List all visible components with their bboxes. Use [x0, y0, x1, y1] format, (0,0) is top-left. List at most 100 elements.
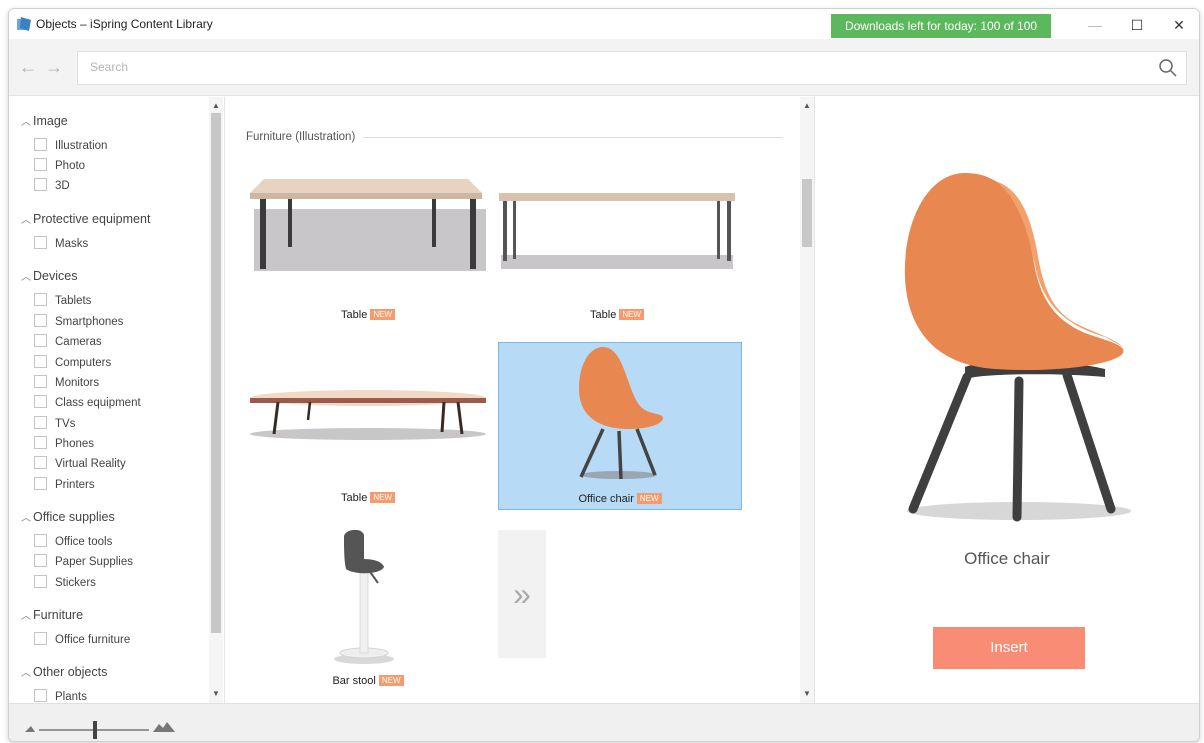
checkbox[interactable]	[34, 436, 47, 449]
show-more-button[interactable]: »	[498, 530, 546, 658]
object-tile-office-chair[interactable]: Office chair NEW	[498, 342, 742, 510]
checkbox[interactable]	[34, 534, 47, 547]
object-grid: Furniture (Illustration) Table NEW Table…	[225, 97, 799, 703]
category-protective-equipment[interactable]: ︿ Protective equipment	[21, 211, 150, 226]
checkbox[interactable]	[34, 375, 47, 388]
checkbox[interactable]	[34, 314, 47, 327]
object-tile-bar-stool[interactable]: Bar stool NEW	[246, 525, 490, 693]
checkbox[interactable]	[34, 632, 47, 645]
checkbox[interactable]	[34, 689, 47, 702]
category-sidebar: ︿ Image Illustration Photo 3D ︿ Protective…	[9, 97, 225, 703]
chevron-up-icon: ︿	[21, 272, 31, 283]
filter-printers[interactable]: Printers	[34, 477, 95, 493]
object-tile-table[interactable]: Table NEW	[246, 159, 490, 327]
object-tile-table[interactable]: Table NEW	[495, 159, 739, 327]
maximize-button[interactable]: ☐	[1117, 13, 1157, 37]
insert-button[interactable]: Insert	[933, 627, 1085, 669]
search-input[interactable]	[78, 52, 1150, 82]
oval-table-icon	[250, 390, 486, 440]
chevron-up-icon: ︿	[21, 513, 31, 524]
chevron-up-icon: ︿	[21, 117, 31, 128]
filter-illustration[interactable]: Illustration	[34, 138, 107, 154]
checkbox[interactable]	[34, 334, 47, 347]
forward-button[interactable]: →	[45, 57, 63, 78]
checkbox[interactable]	[34, 456, 47, 469]
bar-stool-icon	[334, 529, 394, 664]
scroll-up-icon[interactable]: ▲	[800, 99, 814, 113]
category-devices[interactable]: ︿ Devices	[21, 268, 77, 283]
filter-stickers[interactable]: Stickers	[34, 575, 96, 591]
app-window: Objects – iSpring Content Library Downlo…	[8, 8, 1200, 742]
category-furniture[interactable]: ︿ Furniture	[21, 607, 83, 622]
chevron-up-icon: ︿	[21, 611, 31, 622]
zoom-in-icon	[153, 722, 175, 732]
new-badge: NEW	[370, 492, 395, 503]
filter-office-furniture[interactable]: Office furniture	[34, 632, 130, 648]
office-chair-icon	[579, 347, 663, 480]
filter-computers[interactable]: Computers	[34, 355, 111, 371]
checkbox[interactable]	[34, 138, 47, 151]
filter-office-tools[interactable]: Office tools	[34, 534, 112, 550]
filter-photo[interactable]: Photo	[34, 158, 85, 174]
new-badge: NEW	[636, 493, 662, 504]
checkbox[interactable]	[34, 554, 47, 567]
filter-masks[interactable]: Masks	[34, 236, 88, 252]
category-image[interactable]: ︿ Image	[21, 113, 68, 128]
preview-title: Office chair	[964, 549, 1050, 568]
filter-cameras[interactable]: Cameras	[34, 334, 102, 350]
checkbox[interactable]	[34, 575, 47, 588]
grid-scrollbar[interactable]: ▲ ▼	[800, 97, 815, 703]
back-button[interactable]: ←	[19, 57, 37, 78]
zoom-slider[interactable]	[23, 710, 183, 740]
checkbox[interactable]	[34, 477, 47, 490]
close-button[interactable]: ✕	[1159, 13, 1199, 37]
office-chair-preview-icon	[904, 173, 1131, 522]
section-divider	[363, 137, 783, 138]
checkbox[interactable]	[34, 236, 47, 249]
search-icon[interactable]	[1158, 58, 1178, 78]
zoom-slider-thumb	[93, 721, 97, 739]
status-bar	[9, 703, 1199, 741]
filter-virtual-reality[interactable]: Virtual Reality	[34, 456, 126, 472]
table-icon	[250, 179, 486, 271]
zoom-out-icon	[25, 726, 35, 732]
scroll-down-icon[interactable]: ▼	[800, 687, 814, 701]
filter-plants[interactable]: Plants	[34, 689, 87, 703]
filter-smartphones[interactable]: Smartphones	[34, 314, 123, 330]
checkbox[interactable]	[34, 395, 47, 408]
scroll-up-icon[interactable]: ▲	[209, 99, 223, 113]
sidebar-scroll-thumb[interactable]	[211, 113, 221, 633]
filter-phones[interactable]: Phones	[34, 436, 94, 452]
checkbox[interactable]	[34, 416, 47, 429]
app-logo-icon	[17, 17, 31, 31]
checkbox[interactable]	[34, 355, 47, 368]
section-title: Furniture (Illustration)	[246, 131, 356, 143]
tile-label: Bar stool NEW	[246, 675, 490, 687]
grid-scroll-thumb[interactable]	[802, 179, 812, 247]
filter-3d[interactable]: 3D	[34, 178, 70, 194]
chevron-up-icon: ︿	[21, 668, 31, 679]
checkbox[interactable]	[34, 293, 47, 306]
tile-label: Table NEW	[246, 492, 490, 504]
sidebar-scrollbar[interactable]: ▲ ▼	[209, 97, 223, 703]
title-bar: Objects – iSpring Content Library Downlo…	[9, 9, 1199, 39]
filter-monitors[interactable]: Monitors	[34, 375, 99, 391]
category-office-supplies[interactable]: ︿ Office supplies	[21, 509, 115, 524]
filter-class-equipment[interactable]: Class equipment	[34, 395, 141, 411]
object-tile-table[interactable]: Table NEW	[246, 342, 490, 510]
preview-panel: Office chair Insert	[815, 97, 1199, 703]
search-box	[77, 51, 1187, 85]
filter-paper-supplies[interactable]: Paper Supplies	[34, 554, 133, 570]
category-other-objects[interactable]: ︿ Other objects	[21, 664, 107, 679]
scroll-down-icon[interactable]: ▼	[209, 687, 223, 701]
new-badge: NEW	[619, 309, 644, 320]
checkbox[interactable]	[34, 158, 47, 171]
tile-label: Table NEW	[246, 309, 490, 321]
new-badge: NEW	[370, 309, 395, 320]
chevron-up-icon: ︿	[21, 215, 31, 226]
filter-tvs[interactable]: TVs	[34, 416, 75, 432]
checkbox[interactable]	[34, 178, 47, 191]
minimize-button[interactable]: —	[1075, 13, 1115, 37]
new-badge: NEW	[378, 675, 404, 686]
filter-tablets[interactable]: Tablets	[34, 293, 91, 309]
